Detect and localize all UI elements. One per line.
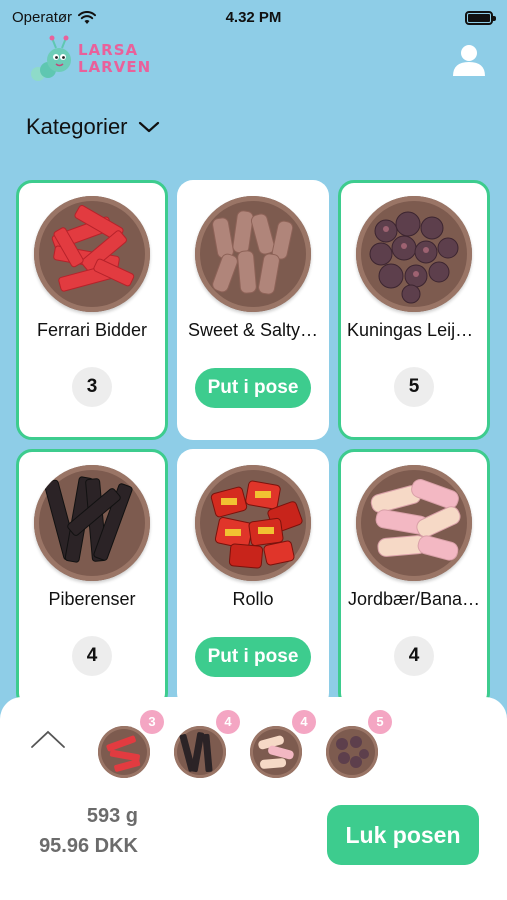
candy-card[interactable]: Ferrari Bidder 3 <box>16 180 168 440</box>
bag-item[interactable]: 4 <box>250 710 316 778</box>
chevron-down-icon <box>138 121 159 133</box>
put-in-bag-button[interactable]: Put i pose <box>195 368 311 408</box>
chevron-up-icon[interactable] <box>30 729 66 749</box>
brand-name: LARSA LARVEN <box>78 41 152 76</box>
close-bag-button[interactable]: Luk posen <box>327 805 479 865</box>
category-label: Kategorier <box>26 114 128 139</box>
bag-item[interactable]: 3 <box>98 710 164 778</box>
candy-image <box>34 465 150 581</box>
candy-image <box>356 465 472 581</box>
candy-image <box>195 465 311 581</box>
candy-name: Kuningas Leijo… <box>347 320 481 340</box>
candy-name: Rollo <box>232 589 274 609</box>
candy-card[interactable]: Kuningas Leijo… 5 <box>338 180 490 440</box>
bag-item-image <box>98 726 150 778</box>
candy-name: Sweet & Salty… <box>187 320 319 340</box>
bag-item-count: 4 <box>292 710 316 734</box>
candy-image <box>195 196 311 312</box>
candy-image <box>356 196 472 312</box>
quantity-badge[interactable]: 4 <box>72 636 112 676</box>
bag-weight: 593 g <box>86 805 138 827</box>
bag-item-count: 4 <box>216 710 240 734</box>
clock: 4.32 PM <box>225 9 282 26</box>
candy-name: Piberenser <box>48 589 136 609</box>
candy-card[interactable]: Sweet & Salty… Put i pose <box>177 180 329 440</box>
bag-item-image <box>174 726 226 778</box>
bag-item-count: 5 <box>368 710 392 734</box>
bag-item[interactable]: 5 <box>326 710 392 778</box>
quantity-badge[interactable]: 5 <box>394 367 434 407</box>
candy-card[interactable]: Piberenser 4 <box>16 449 168 709</box>
candy-card[interactable]: Jordbær/Bana… 4 <box>338 449 490 709</box>
bag-sheet: 3 4 4 5 593 g 95.96 DKK Luk posen <box>0 697 507 900</box>
app-logo: LARSA LARVEN <box>28 30 158 90</box>
bag-item-image <box>250 726 302 778</box>
candy-card[interactable]: Rollo Put i pose <box>177 449 329 709</box>
candy-image <box>34 196 150 312</box>
battery-icon <box>465 11 496 25</box>
bag-item-count: 3 <box>140 710 164 734</box>
quantity-badge[interactable]: 3 <box>72 367 112 407</box>
quantity-badge[interactable]: 4 <box>394 636 434 676</box>
bag-item-image <box>326 726 378 778</box>
user-profile-icon[interactable] <box>451 42 487 78</box>
put-in-bag-button[interactable]: Put i pose <box>195 637 311 677</box>
category-dropdown[interactable]: Kategorier <box>26 114 160 140</box>
candy-name: Ferrari Bidder <box>36 320 148 340</box>
bag-item[interactable]: 4 <box>174 710 240 778</box>
candy-name: Jordbær/Bana… <box>347 589 481 609</box>
bag-price: 95.96 DKK <box>39 835 138 857</box>
